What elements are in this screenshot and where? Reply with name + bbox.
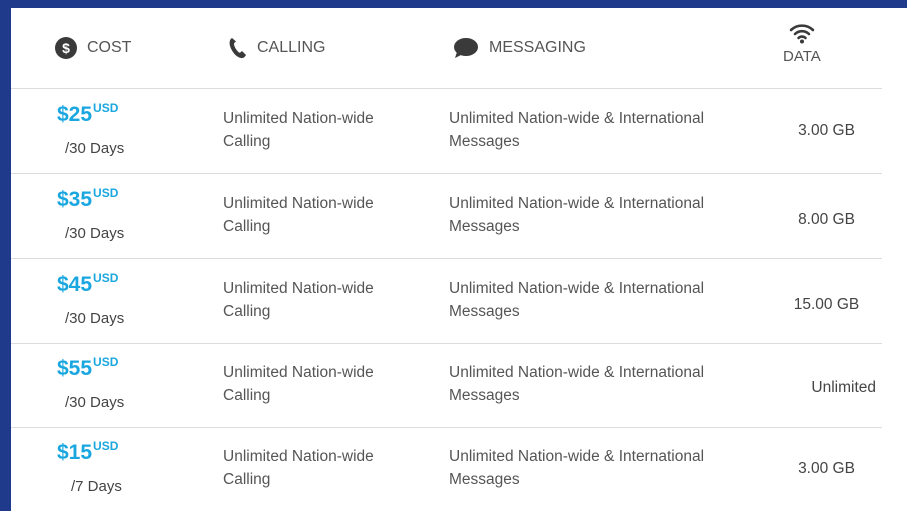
header-data: DATA <box>783 22 821 65</box>
plan-calling-line1: Unlimited Nation-wide <box>223 280 374 297</box>
plan-calling-line2: Calling <box>223 471 271 488</box>
dollar-circle-icon: $ <box>55 37 77 59</box>
plan-price-currency: USD <box>93 355 119 369</box>
plan-messaging-line1: Unlimited Nation-wide & International <box>449 110 705 127</box>
plans-panel: $ COST CALLING MESSAGING DATA $25USD /30… <box>11 8 907 511</box>
plan-calling: Unlimited Nation-wide Calling <box>223 107 423 153</box>
header-cost: $ COST <box>55 37 131 59</box>
plan-price-amount: $45 <box>57 273 93 296</box>
header-data-label: DATA <box>783 48 821 65</box>
header-messaging-label: MESSAGING <box>489 39 586 56</box>
plan-price-amount: $35 <box>57 188 93 211</box>
plan-period: /7 Days <box>71 478 122 495</box>
plan-row[interactable]: $35USD /30 Days Unlimited Nation-wide Ca… <box>11 174 882 259</box>
plan-messaging-line2: Messages <box>449 471 520 488</box>
plan-messaging-line1: Unlimited Nation-wide & International <box>449 280 705 297</box>
plan-row[interactable]: $55USD /30 Days Unlimited Nation-wide Ca… <box>11 343 882 428</box>
chat-bubble-icon <box>453 37 479 59</box>
plan-messaging: Unlimited Nation-wide & International Me… <box>449 192 769 238</box>
plan-calling: Unlimited Nation-wide Calling <box>223 445 423 491</box>
plan-messaging-line2: Messages <box>449 387 520 404</box>
header-cost-label: COST <box>87 39 132 56</box>
header-messaging: MESSAGING <box>453 37 586 59</box>
plan-price: $15USD <box>57 439 119 467</box>
plan-period: /30 Days <box>65 394 125 411</box>
plan-messaging-line2: Messages <box>449 303 520 320</box>
plan-calling-line1: Unlimited Nation-wide <box>223 448 374 465</box>
plan-period: /30 Days <box>65 225 125 242</box>
plan-row[interactable]: $25USD /30 Days Unlimited Nation-wide Ca… <box>11 89 882 174</box>
plan-row[interactable]: $15USD /7 Days Unlimited Nation-wide Cal… <box>11 427 882 511</box>
plan-price-currency: USD <box>93 101 119 115</box>
plan-data: 15.00 GB <box>793 296 860 313</box>
wifi-icon <box>789 22 815 48</box>
plan-data: 3.00 GB <box>798 460 855 477</box>
plan-calling-line2: Calling <box>223 218 271 235</box>
header-calling: CALLING <box>229 37 325 59</box>
plan-calling-line1: Unlimited Nation-wide <box>223 195 374 212</box>
plan-messaging-line1: Unlimited Nation-wide & International <box>449 364 705 381</box>
plan-period: /30 Days <box>65 140 125 157</box>
plan-price: $25USD <box>57 101 119 129</box>
plan-price-currency: USD <box>93 271 119 285</box>
plan-calling-line2: Calling <box>223 303 271 320</box>
plan-calling-line2: Calling <box>223 387 271 404</box>
phone-icon <box>229 37 247 59</box>
plan-price: $55USD <box>57 355 119 383</box>
plan-data: Unlimited <box>811 379 876 396</box>
plan-messaging-line2: Messages <box>449 133 520 150</box>
plan-price-amount: $25 <box>57 103 93 126</box>
plan-price: $35USD <box>57 186 119 214</box>
plan-price-currency: USD <box>93 186 119 200</box>
plan-data: 3.00 GB <box>798 122 855 139</box>
plan-data: 8.00 GB <box>798 211 855 228</box>
plan-messaging: Unlimited Nation-wide & International Me… <box>449 277 769 323</box>
plan-messaging: Unlimited Nation-wide & International Me… <box>449 361 769 407</box>
plan-period: /30 Days <box>65 310 125 327</box>
plan-messaging-line2: Messages <box>449 218 520 235</box>
plan-calling: Unlimited Nation-wide Calling <box>223 361 423 407</box>
plan-calling: Unlimited Nation-wide Calling <box>223 277 423 323</box>
svg-text:$: $ <box>62 40 70 56</box>
plan-calling-line2: Calling <box>223 133 271 150</box>
plan-messaging: Unlimited Nation-wide & International Me… <box>449 445 769 491</box>
plan-calling-line1: Unlimited Nation-wide <box>223 110 374 127</box>
plan-price-amount: $55 <box>57 357 93 380</box>
plan-price-amount: $15 <box>57 441 93 464</box>
plan-messaging-line1: Unlimited Nation-wide & International <box>449 195 705 212</box>
plan-price: $45USD <box>57 271 119 299</box>
plan-messaging: Unlimited Nation-wide & International Me… <box>449 107 769 153</box>
plan-messaging-line1: Unlimited Nation-wide & International <box>449 448 705 465</box>
plan-price-currency: USD <box>93 439 119 453</box>
plan-row[interactable]: $45USD /30 Days Unlimited Nation-wide Ca… <box>11 259 882 344</box>
header-calling-label: CALLING <box>257 39 326 56</box>
plans-table-header: $ COST CALLING MESSAGING DATA <box>11 8 882 89</box>
plan-calling-line1: Unlimited Nation-wide <box>223 364 374 381</box>
plan-calling: Unlimited Nation-wide Calling <box>223 192 423 238</box>
